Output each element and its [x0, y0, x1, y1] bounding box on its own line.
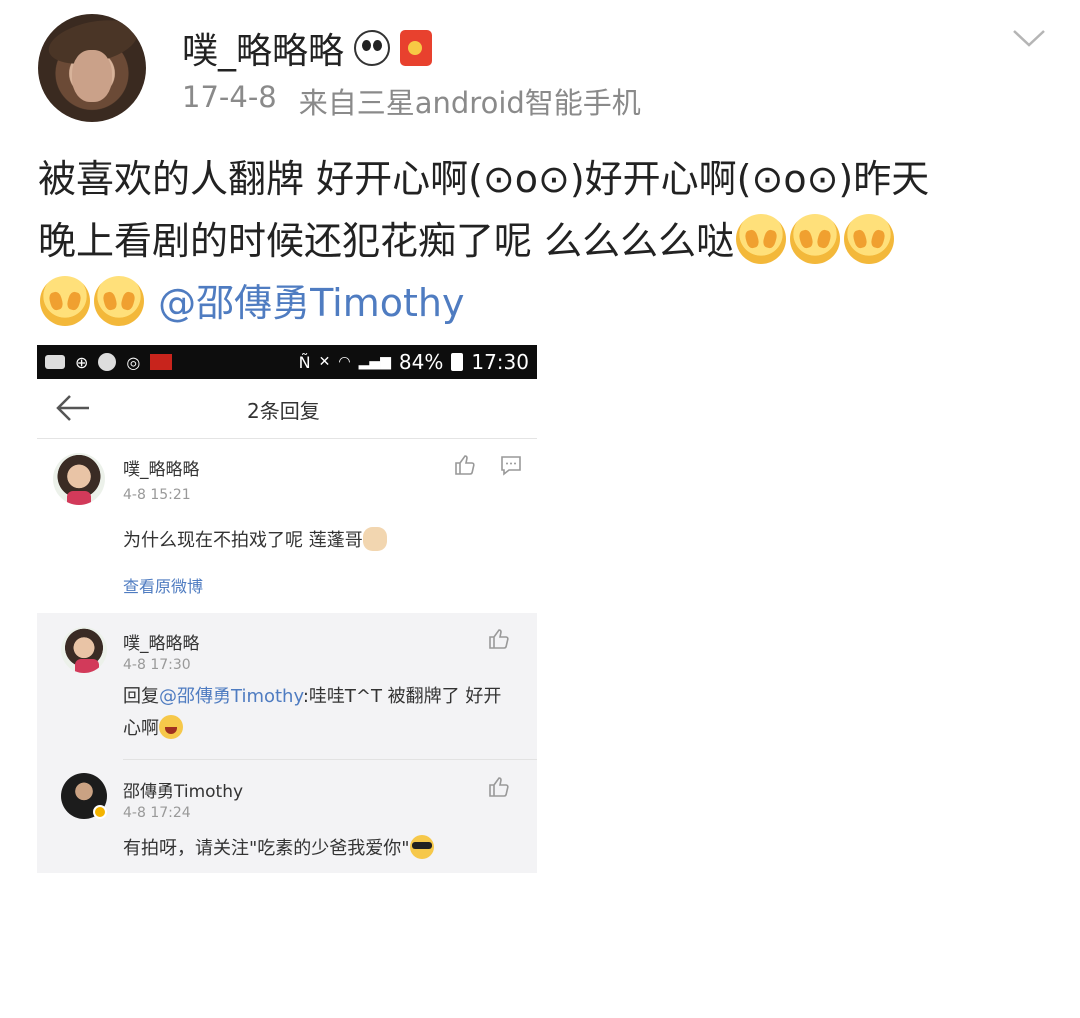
reply-time: 4-8 17:30 [123, 657, 191, 673]
post-text-line2-text: 晚上看剧的时候还犯花痴了呢 么么么么哒 [38, 219, 735, 263]
shrimp-icon: ⊕ [75, 352, 89, 372]
battery-percent: 84% [398, 350, 444, 374]
post-meta: 17-4-8 来自三星android智能手机 [182, 80, 641, 122]
reply-author[interactable]: 邵傳勇Timothy [123, 777, 243, 802]
comment-time: 4-8 15:21 [123, 487, 191, 503]
shy-face-emoji-icon [40, 276, 90, 326]
reply-divider [123, 759, 537, 760]
reply-author[interactable]: 噗_略略略 [123, 629, 200, 654]
signal-icon: ▂▄▆ [358, 354, 391, 370]
author-avatar[interactable] [38, 14, 146, 122]
reply-nav-bar: 2条回复 [37, 379, 537, 439]
like-icon[interactable] [453, 453, 477, 477]
replies-section: 噗_略略略 4-8 17:30 回复@邵傳勇Timothy:哇哇T^T 被翻牌了… [37, 613, 537, 873]
chevron-down-icon[interactable] [1012, 28, 1046, 48]
shy-face-emoji-icon [844, 214, 895, 264]
wifi-icon: ◠ [338, 354, 351, 370]
reply-body-rest: :哇哇T^T 被翻牌了 好开 [302, 686, 502, 707]
like-icon[interactable] [487, 775, 511, 799]
shy-face-emoji-icon [736, 214, 787, 264]
post-text-line1: 被喜欢的人翻牌 好开心啊(⊙o⊙)好开心啊(⊙o⊙)昨天 [38, 157, 930, 201]
red-envelope-badge-icon [400, 30, 433, 66]
back-arrow-icon[interactable] [55, 393, 91, 423]
comment-body: 为什么现在不拍戏了呢 莲蓬哥 [123, 525, 387, 557]
post-source: 来自三星android智能手机 [298, 86, 641, 120]
reply-body: 回复@邵傳勇Timothy:哇哇T^T 被翻牌了 好开 心啊 [123, 681, 501, 745]
sunglasses-emoji-icon [409, 835, 434, 859]
like-icon[interactable] [487, 627, 511, 651]
reply-avatar[interactable] [61, 627, 107, 673]
commenter-avatar[interactable] [53, 453, 105, 505]
circle-icon [98, 353, 117, 371]
nfc-icon: Ñ [298, 352, 311, 372]
post-date: 17-4-8 [182, 80, 277, 114]
mute-icon: ✕ [318, 354, 331, 370]
shy-face-emoji-icon [790, 214, 841, 264]
comment-body-text: 为什么现在不拍戏了呢 莲蓬哥 [123, 530, 363, 551]
reply-body-line2: 心啊 [123, 713, 501, 745]
reply-body-line1: 回复@邵傳勇Timothy:哇哇T^T 被翻牌了 好开 [123, 681, 501, 713]
reply-body: 有拍呀，请关注"吃素的少爸我爱你" [123, 833, 434, 865]
reply-time: 4-8 17:24 [123, 805, 191, 821]
reply-prefix: 回复 [123, 686, 159, 707]
status-bar: ⊕ ◎ Ñ ✕ ◠ ▂▄▆ 84% 17:30 [37, 345, 537, 379]
comment-icon[interactable] [499, 453, 523, 477]
laughing-emoji-icon [159, 715, 183, 739]
page-title: 2条回复 [247, 399, 320, 423]
weibo-icon: ◎ [126, 352, 141, 372]
post-text-line3: @邵傳勇Timothy [38, 272, 1048, 334]
cat-emoji-icon [362, 527, 387, 551]
chat-icon [45, 355, 65, 369]
panda-badge-icon [354, 30, 391, 66]
embedded-screenshot: ⊕ ◎ Ñ ✕ ◠ ▂▄▆ 84% 17:30 2条回复 噗_略略略 4-8 1… [37, 345, 537, 873]
verified-badge-icon [93, 805, 107, 819]
reply-mention-link[interactable]: @邵傳勇Timothy [159, 686, 303, 707]
author-name[interactable]: 噗_略略略 [182, 22, 344, 74]
post-text-line2: 晚上看剧的时候还犯花痴了呢 么么么么哒 [38, 210, 1048, 272]
reply-body-line2-text: 心啊 [123, 718, 159, 739]
battery-icon [451, 353, 464, 371]
mention-link[interactable]: @邵傳勇Timothy [158, 281, 464, 325]
reply-body-text: 有拍呀，请关注"吃素的少爸我爱你" [123, 838, 410, 859]
post-author[interactable]: 噗_略略略 [182, 22, 433, 74]
comment-author[interactable]: 噗_略略略 [123, 455, 200, 480]
status-time: 17:30 [471, 350, 529, 374]
view-original-link[interactable]: 查看原微博 [123, 573, 203, 597]
post-body: 被喜欢的人翻牌 好开心啊(⊙o⊙)好开心啊(⊙o⊙)昨天 晚上看剧的时候还犯花痴… [38, 148, 1048, 334]
app-notification-icon [150, 354, 173, 370]
shy-face-emoji-icon [94, 276, 144, 326]
